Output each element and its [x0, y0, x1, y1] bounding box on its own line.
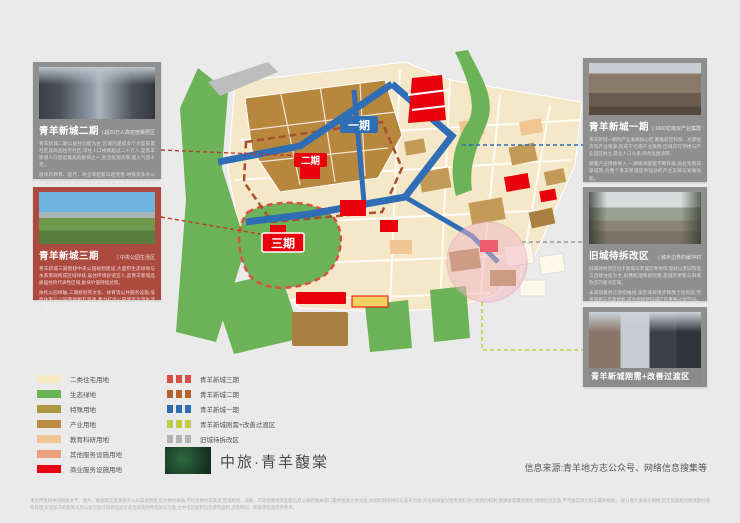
photo-phase2	[39, 67, 155, 119]
callout-oldtown-tag: | 城乡边界的缓冲村	[658, 254, 701, 261]
poster-canvas: 一期 二期 三期 青羊新城二期 | 超20万人高密度聚居区 青羊新城二期以居住功…	[0, 0, 740, 523]
brand-name: 中旅·青羊馥棠	[220, 451, 329, 472]
legend-swatch-eco-green	[37, 390, 61, 398]
legend-label: 产业用地	[70, 419, 96, 429]
callout-phase2-tag: | 超20万人高密度聚居区	[102, 129, 155, 136]
map-transition-circle	[447, 222, 527, 302]
map-red-banner	[296, 292, 346, 304]
callout-phase1-body1: 青羊新城一期为产业发展核心区,聚集航空科技、总部经济等产业资源,形成千亿级产业集…	[589, 136, 701, 157]
legend-swatch-phase3-line	[167, 375, 191, 383]
photo-phase3	[39, 192, 155, 244]
legend-swatch-phase1-line	[167, 405, 191, 413]
legend-label: 特殊用地	[70, 404, 96, 414]
callout-phase1: 青羊新城一期 | 1000亿级双产业集群 青羊新城一期为产业发展核心区,聚集航空…	[583, 58, 707, 182]
legend-swatch-industry	[37, 420, 61, 428]
callout-transition-title: 青羊新城刚需+改善过渡区	[589, 368, 701, 384]
legend-label: 青羊新城刚需+改善过渡区	[200, 419, 275, 429]
footer-disclaimer: 本宣传资料中的相关文字、图片、数据等信息来源于公开渠道整理,仅为要约邀请,不作为…	[30, 498, 710, 511]
legend-swatch-other-services	[37, 450, 61, 458]
legend-item: 教育科研用地	[37, 434, 122, 443]
legend-label: 青羊新城一期	[200, 404, 239, 414]
photo-oldtown	[589, 192, 701, 244]
legend-item: 其他服务设施用地	[37, 449, 122, 458]
callout-oldtown: 旧城待拆改区 | 城乡边界的缓冲村 旧城待拆改区位于新城与老城交界地带,现状以老…	[583, 187, 707, 301]
leader-transition	[482, 302, 583, 350]
legend-swatch-oldtown-line	[167, 435, 191, 443]
legend-label: 二类住宅用地	[70, 374, 109, 384]
legend-swatch-special	[37, 405, 61, 413]
map-label-phase2-chip: 二期	[294, 153, 327, 167]
legend-item: 产业用地	[37, 419, 122, 428]
map-yellow-parcel	[352, 296, 388, 307]
legend-item: 旧城待拆改区	[167, 434, 275, 443]
legend-swatch-commercial	[37, 465, 61, 473]
legend-label: 其他服务设施用地	[70, 449, 122, 459]
map-label-phase2: 二期	[301, 155, 320, 167]
photo-phase1	[589, 63, 701, 115]
brand-logo-image	[165, 447, 211, 474]
footer-line1: 本宣传资料中的相关文字、图片、数据等信息来源于公开渠道整理,仅为要约邀请,不作为…	[30, 498, 620, 503]
callout-transition: 青羊新城刚需+改善过渡区	[583, 307, 707, 387]
legend-swatch-education	[37, 435, 61, 443]
legend-label: 青羊新城二期	[200, 389, 239, 399]
callout-phase3: 青羊新城三期 | 中央公园生活区 青羊新城三期围绕中央公园规划建设,大面积生态绿…	[33, 187, 161, 300]
callout-phase3-tag: | 中央公园生活区	[117, 254, 155, 261]
callout-phase3-body2: 依托公园绿轴,三期规划有文化、体育等公共服务设施,低密住宅与公园景观相互渗透,着…	[39, 289, 155, 310]
callout-phase2-body1: 青羊新城二期以居住功能为主,区域内建成多个大型安置社区及商品住宅社区,常住人口规…	[39, 140, 155, 168]
callout-phase1-body2: 随着产业持续导入,一期板块配套不断升级,商业氛围日渐成熟,为整个青羊新城提供强劲…	[589, 160, 701, 181]
landuse-map: 一期 二期 三期	[150, 50, 590, 380]
legend-item: 青羊新城二期	[167, 389, 275, 398]
callout-phase3-body1: 青羊新城三期围绕中央公园规划建设,大面积生态绿地与水系景观构成区域绿核,居住环境…	[39, 265, 155, 286]
callout-phase3-title: 青羊新城三期	[39, 248, 99, 262]
legend-item: 特殊用地	[37, 404, 122, 413]
map-label-phase1-chip: 一期	[340, 116, 378, 133]
map-label-phase3: 三期	[271, 236, 295, 251]
legend-item: 青羊新城三期	[167, 374, 275, 383]
source-note: 信息来源:青羊地方志公众号、网络信息搜集等	[430, 461, 707, 474]
map-label-phase1: 一期	[348, 118, 370, 132]
map-brown-building	[292, 312, 348, 346]
legend-phases: 青羊新城三期 青羊新城二期 青羊新城一期 青羊新城刚需+改善过渡区 旧城待拆改区	[167, 374, 275, 443]
callout-oldtown-body1: 旧城待拆改区位于新城与老城交界地带,现状以老旧院落与自建住房为主,街巷肌理保留完…	[589, 265, 701, 286]
callout-phase1-title: 青羊新城一期	[589, 119, 649, 133]
callout-phase2: 青羊新城二期 | 超20万人高密度聚居区 青羊新城二期以居住功能为主,区域内建成…	[33, 62, 161, 179]
legend-swatch-phase2-line	[167, 390, 191, 398]
legend-item: 青羊新城刚需+改善过渡区	[167, 419, 275, 428]
photo-transition	[589, 312, 701, 368]
legend-label: 商业服务设施用地	[70, 464, 122, 474]
legend-swatch-residential	[37, 375, 61, 383]
legend-label: 旧城待拆改区	[200, 434, 239, 444]
callout-oldtown-body2: 未来随着拆迁改造推进,该区域将逐步释放土地资源,完善道路与市政配套,成为衔接新旧…	[589, 289, 701, 303]
callout-phase1-tag: | 1000亿级双产业集群	[652, 125, 701, 132]
legend-label: 生态绿地	[70, 389, 96, 399]
legend-label: 青羊新城三期	[200, 374, 239, 384]
legend-item: 生态绿地	[37, 389, 122, 398]
callout-oldtown-title: 旧城待拆改区	[589, 248, 649, 262]
legend-label: 教育科研用地	[70, 434, 109, 444]
legend-item: 青羊新城一期	[167, 404, 275, 413]
legend-item: 商业服务设施用地	[37, 464, 122, 473]
callout-phase2-title: 青羊新城二期	[39, 123, 99, 137]
map-label-phase3-chip: 三期	[262, 233, 304, 252]
legend-swatch-transition-line	[167, 420, 191, 428]
legend-item: 二类住宅用地	[37, 374, 122, 383]
legend-landuse: 二类住宅用地 生态绿地 特殊用地 产业用地 教育科研用地 其他服务设施用地 商业…	[37, 374, 122, 473]
